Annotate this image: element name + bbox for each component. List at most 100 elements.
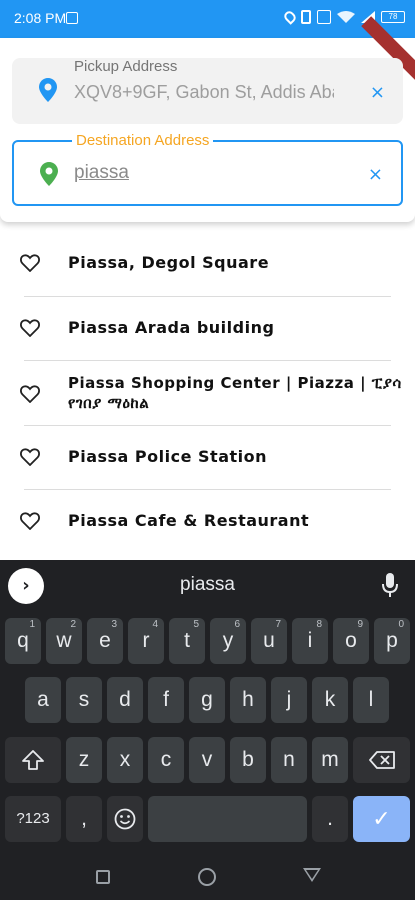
- key-b[interactable]: b: [230, 737, 266, 783]
- key-label: q: [17, 629, 29, 652]
- place-name: Piassa, Degol Square: [68, 253, 270, 272]
- pickup-label: Pickup Address: [74, 58, 178, 75]
- shift-icon: [22, 750, 44, 770]
- key-m[interactable]: m: [312, 737, 348, 783]
- key-j[interactable]: j: [271, 677, 307, 723]
- emoji-key[interactable]: [107, 796, 143, 842]
- key-z[interactable]: z: [66, 737, 102, 783]
- address-card: Pickup Address XQV8+9GF, Gabon St, Addis…: [0, 16, 415, 222]
- key-g[interactable]: g: [189, 677, 225, 723]
- destination-clear-icon[interactable]: ×: [368, 164, 383, 185]
- shift-key[interactable]: [5, 737, 61, 783]
- enter-key[interactable]: ✓: [353, 796, 410, 842]
- space-key[interactable]: [148, 796, 307, 842]
- back-icon[interactable]: [303, 868, 321, 882]
- key-l[interactable]: l: [353, 677, 389, 723]
- checkmark-icon: ✓: [372, 806, 391, 831]
- key-o[interactable]: o9: [333, 618, 369, 664]
- key-k[interactable]: k: [312, 677, 348, 723]
- suggestion-strip: › piassa: [0, 560, 415, 612]
- key-h[interactable]: h: [230, 677, 266, 723]
- key-r[interactable]: r4: [128, 618, 164, 664]
- key-s[interactable]: s: [66, 677, 102, 723]
- recents-icon[interactable]: [96, 870, 110, 884]
- key-w[interactable]: w2: [46, 618, 82, 664]
- list-item[interactable]: Piassa Cafe & Restaurant: [0, 490, 415, 555]
- key-x[interactable]: x: [107, 737, 143, 783]
- destination-label: Destination Address: [72, 132, 214, 149]
- location-icon: [282, 9, 298, 25]
- heart-icon[interactable]: [20, 318, 40, 337]
- backspace-icon: [368, 751, 395, 769]
- list-item[interactable]: Piassa Arada building: [0, 297, 415, 361]
- key-hint: 0: [398, 619, 404, 630]
- key-q[interactable]: q1: [5, 618, 41, 664]
- key-n[interactable]: n: [271, 737, 307, 783]
- comma-key[interactable]: ,: [66, 796, 102, 842]
- pickup-address-field[interactable]: Pickup Address XQV8+9GF, Gabon St, Addis…: [12, 58, 403, 124]
- key-hint: 9: [357, 619, 363, 630]
- symbols-key[interactable]: ?123: [5, 796, 61, 842]
- key-a[interactable]: a: [25, 677, 61, 723]
- home-icon[interactable]: [198, 868, 216, 886]
- wifi-icon: [337, 11, 355, 23]
- key-label: u: [263, 629, 275, 652]
- pickup-clear-icon[interactable]: ×: [370, 82, 385, 103]
- key-label: r: [142, 629, 150, 652]
- key-hint: 3: [111, 619, 117, 630]
- key-hint: 7: [275, 619, 281, 630]
- gallery-icon: [66, 12, 78, 24]
- key-hint: 6: [234, 619, 240, 630]
- list-item[interactable]: Piassa Shopping Center | Piazza | ፒያሳ የገ…: [0, 361, 415, 426]
- key-label: y: [222, 629, 234, 652]
- key-u[interactable]: u7: [251, 618, 287, 664]
- key-label: e: [99, 629, 111, 652]
- key-hint: 4: [152, 619, 158, 630]
- destination-input[interactable]: [74, 162, 334, 184]
- list-item[interactable]: Piassa Police Station: [0, 426, 415, 490]
- key-c[interactable]: c: [148, 737, 184, 783]
- key-label: i: [307, 629, 313, 652]
- suggestion-word[interactable]: piassa: [0, 574, 415, 596]
- status-icons: 78: [282, 9, 405, 25]
- destination-address-field[interactable]: Destination Address ×: [12, 132, 403, 206]
- place-name: Piassa Police Station: [68, 446, 267, 466]
- key-t[interactable]: t5: [169, 618, 205, 664]
- status-time: 2:08 PM: [14, 10, 67, 26]
- key-hint: 5: [193, 619, 199, 630]
- battery-icon: 78: [381, 11, 405, 23]
- heart-icon[interactable]: [20, 447, 40, 466]
- key-hint: 8: [316, 619, 322, 630]
- key-v[interactable]: v: [189, 737, 225, 783]
- emoji-icon: [114, 808, 136, 830]
- vibrate-icon: [301, 10, 311, 24]
- pickup-value[interactable]: XQV8+9GF, Gabon St, Addis Ababa: [74, 82, 334, 103]
- key-e[interactable]: e3: [87, 618, 123, 664]
- place-name: Piassa Arada building: [68, 317, 275, 337]
- heart-icon[interactable]: [20, 254, 40, 272]
- key-y[interactable]: y6: [210, 618, 246, 664]
- heart-icon[interactable]: [20, 512, 40, 530]
- status-bar: 2:08 PM 78: [0, 0, 415, 38]
- place-name: Piassa Cafe & Restaurant: [68, 511, 310, 530]
- key-i[interactable]: i8: [292, 618, 328, 664]
- vowifi-icon: [317, 10, 331, 24]
- key-label: p: [386, 629, 398, 652]
- key-label: t: [184, 629, 190, 652]
- key-hint: 1: [29, 619, 35, 630]
- results-list: Piassa, Degol Square Piassa Arada buildi…: [0, 232, 415, 555]
- heart-icon[interactable]: [20, 385, 40, 403]
- keyboard: › piassa q1 w2 e3 r4 t5 y6 u7 i8 o9 p0 a…: [0, 560, 415, 900]
- key-label: o: [345, 629, 357, 652]
- key-d[interactable]: d: [107, 677, 143, 723]
- destination-pin-icon: [40, 162, 58, 186]
- microphone-icon[interactable]: [382, 573, 398, 597]
- list-item[interactable]: Piassa, Degol Square: [0, 232, 415, 297]
- key-p[interactable]: p0: [374, 618, 410, 664]
- pickup-pin-icon: [39, 78, 57, 102]
- backspace-key[interactable]: [353, 737, 410, 783]
- key-label: w: [56, 629, 72, 652]
- key-f[interactable]: f: [148, 677, 184, 723]
- navigation-bar: [0, 856, 415, 900]
- period-key[interactable]: .: [312, 796, 348, 842]
